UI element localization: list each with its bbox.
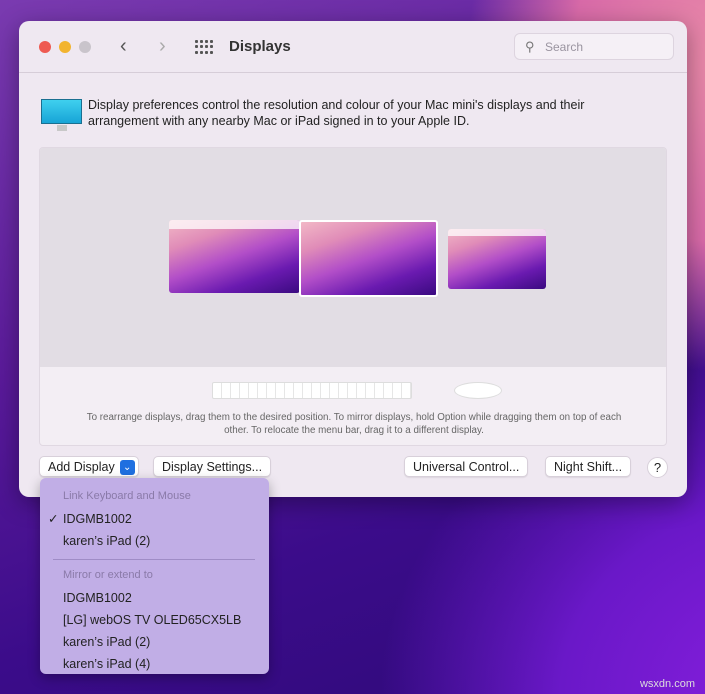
menu-separator (53, 559, 255, 560)
display-thumbnail-main[interactable] (299, 220, 438, 297)
mouse-icon (454, 382, 502, 399)
menu-item-mirror-ipad-2[interactable]: karen’s iPad (2) (40, 631, 269, 653)
title-bar: ‹ › Displays ⚲ Search (19, 21, 687, 73)
display-settings-button[interactable]: Display Settings... (153, 456, 272, 477)
zoom-button[interactable] (79, 41, 91, 53)
add-display-menu: Link Keyboard and Mouse ✓ IDGMB1002 karen… (40, 478, 269, 674)
intro-text: Display preferences control the resoluti… (88, 98, 585, 128)
display-icon (41, 99, 82, 131)
watermark: wsxdn.com (639, 678, 695, 690)
menu-item-label: IDGMB1002 (63, 512, 132, 526)
forward-icon[interactable]: › (159, 35, 166, 58)
add-display-label: Add Display (48, 460, 115, 474)
search-icon: ⚲ (525, 39, 535, 54)
close-button[interactable] (39, 41, 51, 53)
universal-control-button[interactable]: Universal Control... (404, 456, 529, 477)
night-shift-button[interactable]: Night Shift... (545, 456, 632, 477)
display-arrangement-area: To rearrange displays, drag them to the … (39, 147, 667, 446)
menu-item-mirror-ipad-4[interactable]: karen’s iPad (4) (40, 653, 269, 675)
add-display-button[interactable]: Add Display ⌄ (39, 456, 139, 477)
menu-item-link-ipad-2[interactable]: karen’s iPad (2) (40, 530, 269, 552)
displays-window: ‹ › Displays ⚲ Search Display preferences… (19, 21, 687, 497)
minimize-button[interactable] (59, 41, 71, 53)
search-input[interactable]: ⚲ Search (514, 33, 674, 60)
menu-item-link-idgmb1002[interactable]: ✓ IDGMB1002 (40, 508, 269, 530)
search-placeholder: Search (545, 40, 584, 54)
display-thumbnail-left[interactable] (169, 220, 300, 293)
arrangement-hint: To rearrange displays, drag them to the … (86, 412, 622, 436)
checkmark-icon: ✓ (48, 512, 59, 526)
show-all-grid-icon[interactable] (195, 40, 213, 54)
back-icon[interactable]: ‹ (120, 35, 127, 58)
menu-header-link: Link Keyboard and Mouse (63, 490, 191, 502)
menu-item-mirror-idgmb1002[interactable]: IDGMB1002 (40, 587, 269, 609)
display-thumbnail-ipad[interactable] (448, 229, 546, 289)
keyboard-icon (212, 382, 412, 399)
menu-item-mirror-lg-tv[interactable]: [LG] webOS TV OLED65CX5LB (40, 609, 269, 631)
menu-header-mirror: Mirror or extend to (63, 569, 153, 581)
chevron-down-icon: ⌄ (119, 460, 135, 476)
help-button[interactable]: ? (647, 457, 668, 478)
window-title: Displays (229, 38, 291, 55)
